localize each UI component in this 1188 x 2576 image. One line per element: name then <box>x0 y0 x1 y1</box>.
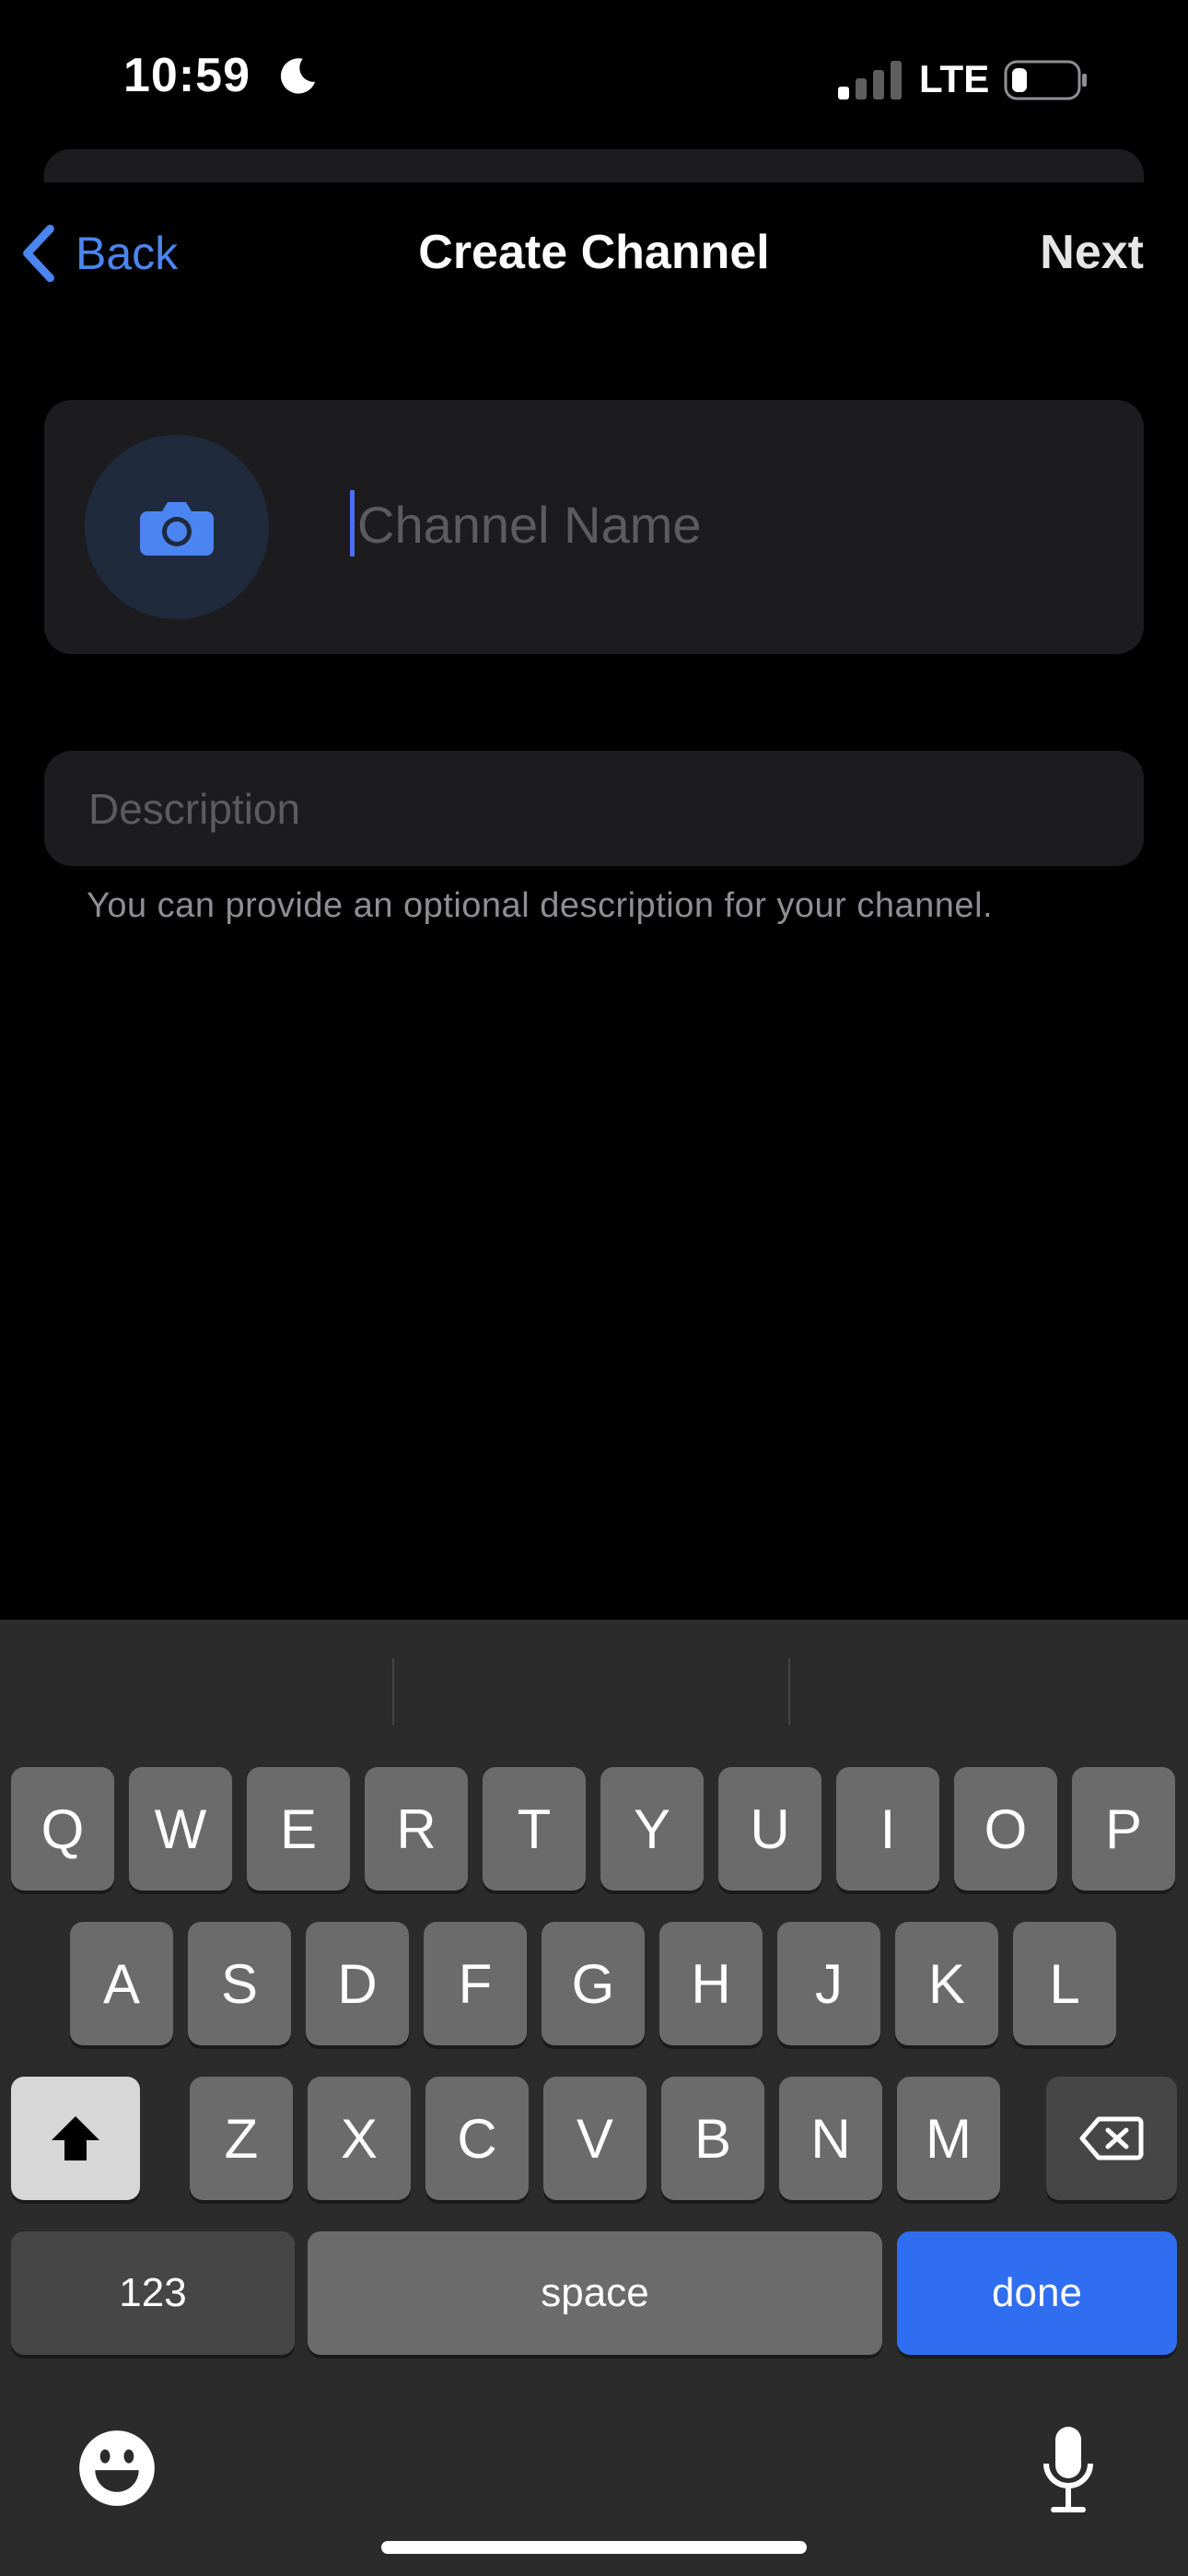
key-m[interactable]: M <box>897 2077 1000 2200</box>
key-k[interactable]: K <box>895 1922 998 2045</box>
key-a[interactable]: A <box>70 1922 173 2045</box>
key-b[interactable]: B <box>661 2077 764 2200</box>
key-i[interactable]: I <box>836 1767 939 1891</box>
page-title: Create Channel <box>418 226 770 279</box>
key-d[interactable]: D <box>306 1922 409 2045</box>
key-u[interactable]: U <box>718 1767 821 1891</box>
delete-icon <box>1079 2116 1144 2160</box>
key-e[interactable]: E <box>247 1767 350 1891</box>
done-key[interactable]: done <box>897 2231 1177 2355</box>
sheet-edge <box>44 149 1144 182</box>
delete-key[interactable] <box>1046 2077 1177 2200</box>
key-v[interactable]: V <box>543 2077 646 2200</box>
key-t[interactable]: T <box>483 1767 586 1891</box>
signal-icon <box>838 61 902 100</box>
space-key[interactable]: space <box>308 2231 882 2355</box>
key-q[interactable]: Q <box>11 1767 114 1891</box>
next-button[interactable]: Next <box>1040 225 1144 280</box>
description-input[interactable] <box>88 776 1120 842</box>
key-g[interactable]: G <box>542 1922 645 2045</box>
key-n[interactable]: N <box>779 2077 882 2200</box>
network-type: LTE <box>919 57 990 100</box>
camera-icon <box>140 502 214 556</box>
status-time: 10:59 <box>123 49 250 102</box>
key-l[interactable]: L <box>1013 1922 1116 2045</box>
key-o[interactable]: O <box>954 1767 1057 1891</box>
key-x[interactable]: X <box>308 2077 411 2200</box>
home-indicator <box>381 2541 807 2554</box>
key-f[interactable]: F <box>424 1922 527 2045</box>
suggestion-divider <box>392 1658 394 1725</box>
shift-key[interactable] <box>11 2077 140 2200</box>
key-s[interactable]: S <box>188 1922 291 2045</box>
key-r[interactable]: R <box>365 1767 468 1891</box>
key-j[interactable]: J <box>777 1922 880 2045</box>
key-w[interactable]: W <box>129 1767 232 1891</box>
text-caret <box>350 490 355 556</box>
channel-name-input[interactable] <box>357 485 1112 564</box>
key-h[interactable]: H <box>659 1922 763 2045</box>
moon-icon <box>280 58 316 94</box>
microphone-icon[interactable] <box>1041 2423 1096 2515</box>
description-hint: You can provide an optional description … <box>87 886 994 925</box>
key-p[interactable]: P <box>1072 1767 1175 1891</box>
key-c[interactable]: C <box>425 2077 529 2200</box>
emoji-icon[interactable] <box>77 2429 157 2508</box>
shift-icon <box>52 2116 99 2160</box>
battery-icon <box>1004 60 1087 100</box>
numbers-key[interactable]: 123 <box>11 2231 295 2355</box>
key-z[interactable]: Z <box>190 2077 293 2200</box>
set-photo-button[interactable] <box>85 435 269 619</box>
suggestion-divider <box>788 1658 790 1725</box>
key-y[interactable]: Y <box>600 1767 704 1891</box>
